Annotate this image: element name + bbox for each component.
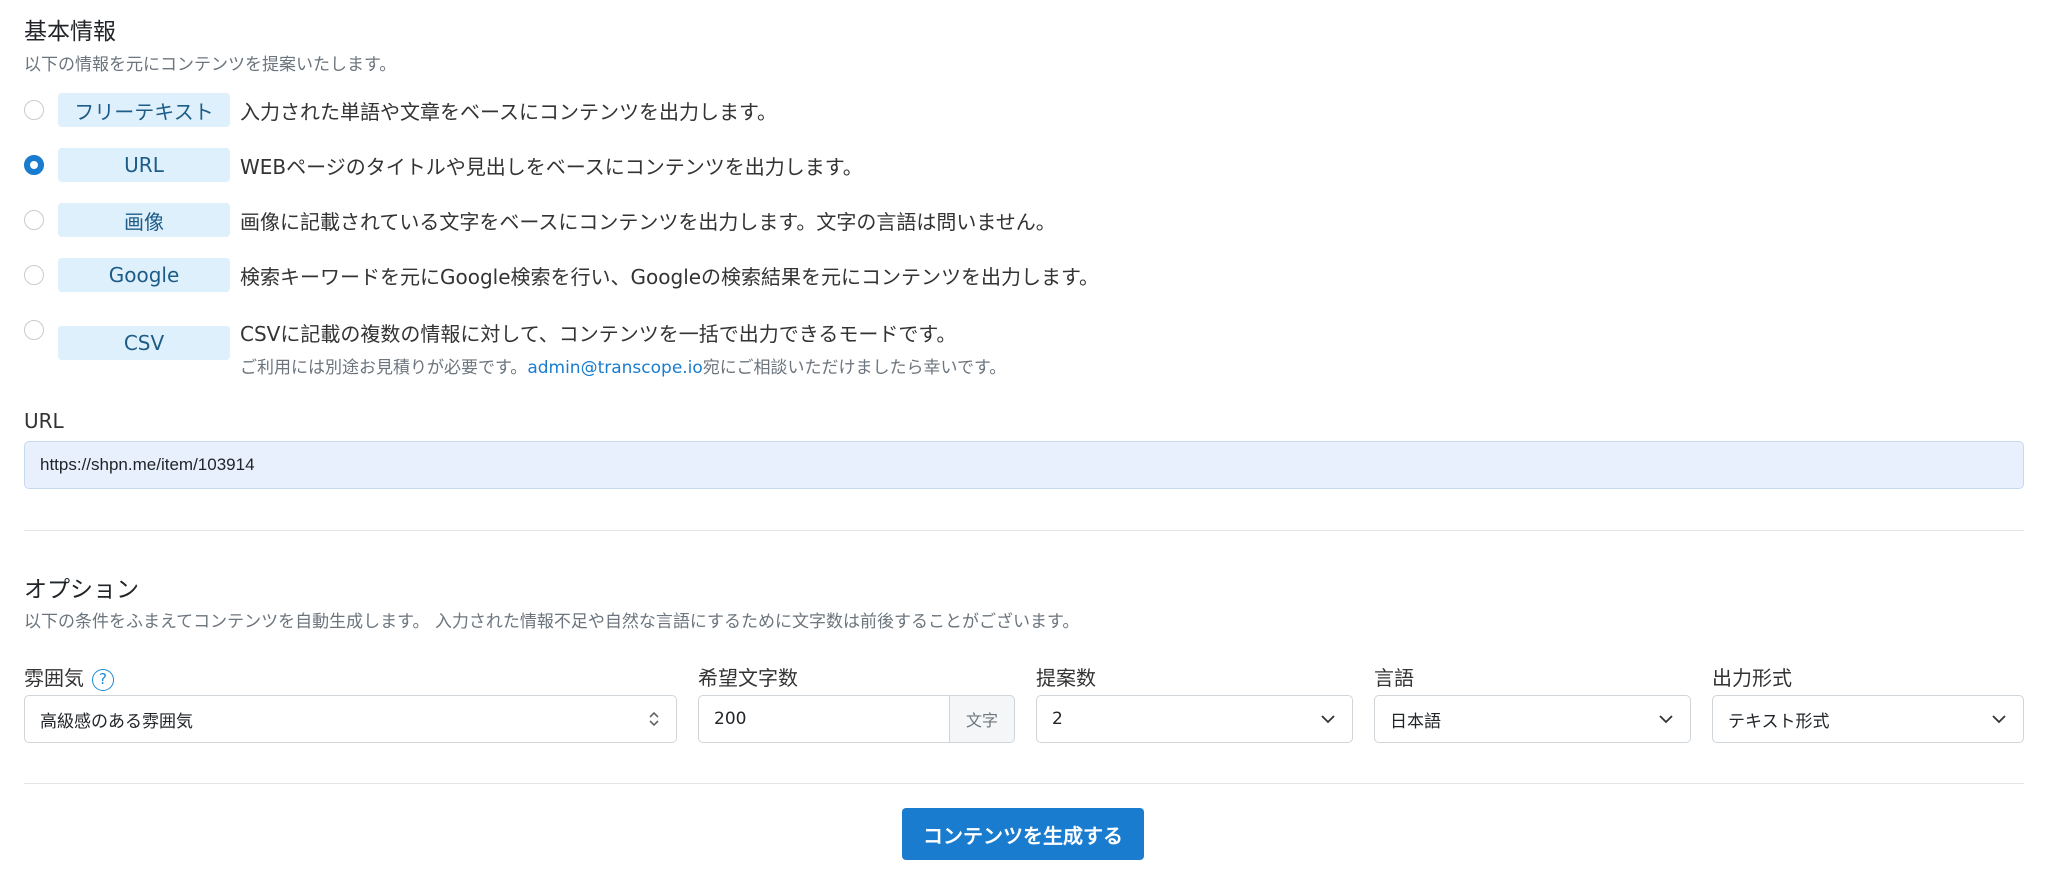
count-select[interactable]: 2	[1036, 695, 1353, 743]
source-option-url[interactable]: URL WEBページのタイトルや見出しをベースにコンテンツを出力します。	[24, 148, 2024, 182]
divider	[24, 530, 2024, 531]
mood-label: 雰囲気	[24, 666, 84, 690]
length-input-group: 200 文字	[698, 695, 1015, 743]
help-icon[interactable]: ?	[92, 669, 114, 691]
csv-note: ご利用には別途お見積りが必要です。admin@transcope.io宛にご相談…	[240, 353, 1006, 378]
option-description: 入力された単語や文章をベースにコンテンツを出力します。	[240, 99, 777, 124]
format-select[interactable]: テキスト形式	[1712, 695, 2024, 743]
content-generator-form: 基本情報 以下の情報を元にコンテンツを提案いたします。 フリーテキスト 入力され…	[0, 0, 2048, 876]
radio-csv[interactable]	[24, 320, 44, 340]
option-description: 検索キーワードを元にGoogle検索を行い、Googleの検索結果を元にコンテン…	[240, 264, 1100, 289]
contact-email-link[interactable]: admin@transcope.io	[527, 358, 703, 378]
option-description: CSVに記載の複数の情報に対して、コンテンツを一括で出力できるモードです。	[240, 322, 957, 346]
basic-info-title: 基本情報	[24, 19, 116, 45]
source-option-image[interactable]: 画像 画像に記載されている文字をベースにコンテンツを出力します。文字の言語は問い…	[24, 203, 2024, 237]
url-label: URL	[24, 409, 64, 433]
mood-value: 高級感のある雰囲気	[40, 711, 193, 732]
csv-description-block: CSVに記載の複数の情報に対して、コンテンツを一括で出力できるモードです。 ご利…	[240, 318, 1006, 378]
basic-info-description: 以下の情報を元にコンテンツを提案いたします。	[24, 55, 397, 75]
radio-image[interactable]	[24, 210, 44, 230]
radio-url[interactable]	[24, 155, 44, 175]
length-label: 希望文字数	[698, 666, 798, 690]
radio-google[interactable]	[24, 265, 44, 285]
option-description: 画像に記載されている文字をベースにコンテンツを出力します。文字の言語は問いません…	[240, 209, 1056, 234]
options-description: 以下の条件をふまえてコンテンツを自動生成します。 入力された情報不足や自然な言語…	[24, 612, 1080, 632]
language-select[interactable]: 日本語	[1374, 695, 1691, 743]
language-value: 日本語	[1390, 711, 1441, 732]
option-description: WEBページのタイトルや見出しをベースにコンテンツを出力します。	[240, 154, 863, 179]
chevron-down-icon	[1659, 715, 1673, 724]
language-label: 言語	[1374, 666, 1414, 690]
pill-freetext[interactable]: フリーテキスト	[58, 93, 230, 127]
radio-freetext[interactable]	[24, 100, 44, 120]
source-option-freetext[interactable]: フリーテキスト 入力された単語や文章をベースにコンテンツを出力します。	[24, 93, 2024, 127]
generate-content-button[interactable]: コンテンツを生成する	[902, 808, 1144, 860]
csv-note-suffix: 宛にご相談いただけましたら幸いです。	[702, 358, 1007, 378]
chevron-down-icon	[1321, 715, 1335, 724]
pill-image[interactable]: 画像	[58, 203, 230, 237]
mood-label-row: 雰囲気?	[24, 662, 114, 691]
chevron-down-icon	[1992, 715, 2006, 724]
count-label: 提案数	[1036, 666, 1096, 690]
source-option-csv[interactable]: CSV CSVに記載の複数の情報に対して、コンテンツを一括で出力できるモードです…	[24, 318, 2024, 378]
format-label: 出力形式	[1712, 666, 1792, 690]
count-value: 2	[1052, 709, 1063, 729]
format-value: テキスト形式	[1728, 711, 1830, 732]
csv-note-prefix: ご利用には別途お見積りが必要です。	[240, 358, 528, 378]
source-option-google[interactable]: Google 検索キーワードを元にGoogle検索を行い、Googleの検索結果…	[24, 258, 2024, 292]
length-input[interactable]: 200	[698, 695, 949, 743]
updown-chevron-icon	[649, 711, 659, 727]
length-suffix: 文字	[949, 695, 1015, 743]
pill-csv[interactable]: CSV	[58, 326, 230, 360]
pill-google[interactable]: Google	[58, 258, 230, 292]
url-input[interactable]	[24, 441, 2024, 489]
options-title: オプション	[24, 577, 139, 603]
divider	[24, 783, 2024, 784]
pill-url[interactable]: URL	[58, 148, 230, 182]
mood-select[interactable]: 高級感のある雰囲気	[24, 695, 677, 743]
